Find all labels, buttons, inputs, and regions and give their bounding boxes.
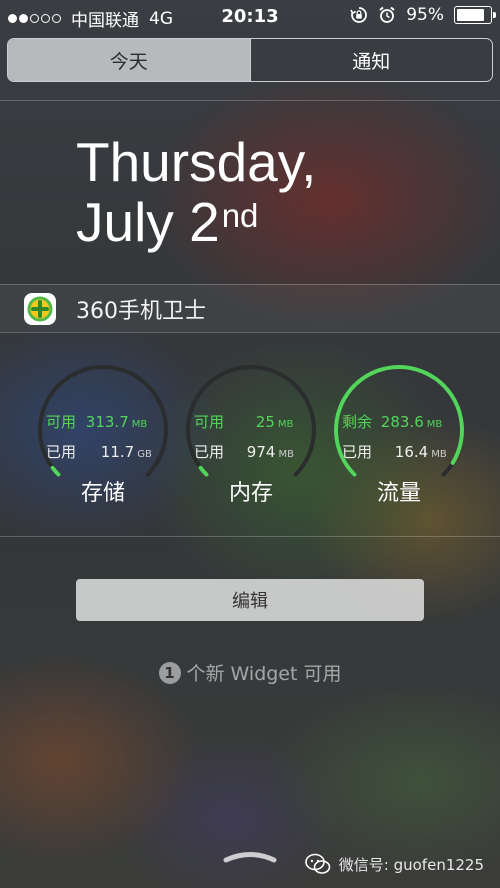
- gauge-memory[interactable]: 可用 25 MB 已用 974 MB 内存: [184, 363, 318, 506]
- gauge-label: 可用: [194, 413, 225, 431]
- gauge-row-remaining: 剩余 283.6 MB: [342, 411, 442, 432]
- gauge-value: 25: [255, 413, 275, 431]
- gauge-unit: GB: [137, 449, 152, 460]
- 360-security-icon: [24, 293, 56, 325]
- gauge-label: 可用: [46, 413, 77, 431]
- divider: [0, 100, 500, 101]
- gauge-progress: [198, 465, 209, 477]
- gauge-unit: MB: [277, 419, 294, 430]
- battery-level: [457, 9, 484, 21]
- divider: [0, 284, 500, 285]
- gauge-row-used: 已用 974 MB: [194, 441, 294, 462]
- battery-percent: 95%: [406, 5, 444, 25]
- gauge-name: 内存: [228, 481, 273, 506]
- edit-button[interactable]: 编辑: [76, 579, 424, 621]
- gauge-unit: MB: [131, 419, 148, 430]
- tab-notifications[interactable]: 通知: [249, 39, 493, 81]
- status-right: 95%: [350, 5, 496, 25]
- divider: [0, 536, 500, 537]
- gauge-unit: MB: [426, 419, 443, 430]
- tab-today[interactable]: 今天: [8, 39, 250, 81]
- watermark-text: 微信号: guofen1225: [338, 855, 484, 874]
- grabber-handle-icon[interactable]: [222, 849, 278, 863]
- gauge-name: 流量: [376, 481, 421, 506]
- date-day: July 2nd: [76, 192, 316, 252]
- date-ordinal-suffix: nd: [221, 197, 259, 234]
- date-weekday: Thursday,: [76, 131, 317, 193]
- gauge-row-available: 可用 25 MB: [194, 411, 293, 432]
- battery-icon: [454, 6, 496, 24]
- gauge-label: 剩余: [342, 413, 373, 431]
- gauge-data-usage[interactable]: 剩余 283.6 MB 已用 16.4 MB 流量: [332, 363, 466, 506]
- gauge-unit: MB: [431, 449, 447, 460]
- gauge-unit: MB: [278, 449, 294, 460]
- date-month-day: July 2: [76, 191, 220, 253]
- alarm-clock-icon: [379, 6, 395, 23]
- gauge-value: 11.7: [100, 443, 135, 461]
- gauge-name: 存储: [80, 481, 125, 506]
- gauge-value: 974: [246, 443, 276, 461]
- gauge-label: 已用: [194, 443, 225, 461]
- widget-header[interactable]: 360手机卫士: [0, 284, 500, 332]
- gauge-label: 已用: [46, 443, 77, 461]
- new-widgets-notice[interactable]: 1 个新 Widget 可用: [0, 659, 500, 686]
- gauge-row-used: 已用 11.7 GB: [46, 441, 152, 462]
- gauge-row-used: 已用 16.4 MB: [342, 441, 447, 462]
- widget-count-badge: 1: [158, 662, 181, 684]
- date-display: Thursday, July 2nd: [76, 132, 316, 252]
- new-widgets-text: 个新 Widget 可用: [186, 663, 342, 685]
- rotation-lock-icon: [350, 7, 368, 23]
- status-bar: 中国联通 4G 20:13 95%: [0, 0, 500, 36]
- gauge-row-available: 可用 313.7 MB: [46, 411, 147, 432]
- gauge-label: 已用: [342, 443, 373, 461]
- segmented-control: 今天 通知: [7, 38, 493, 82]
- gauge-value: 313.7: [85, 413, 129, 431]
- wechat-icon: [304, 853, 331, 874]
- divider: [0, 332, 500, 333]
- gauge-storage[interactable]: 可用 313.7 MB 已用 11.7 GB 存储: [36, 363, 170, 506]
- widget-title: 360手机卫士: [76, 299, 206, 324]
- gauge-value: 283.6: [380, 413, 424, 431]
- watermark: 微信号: guofen1225: [304, 853, 484, 875]
- gauge-progress: [50, 465, 61, 477]
- gauge-value: 16.4: [394, 443, 429, 461]
